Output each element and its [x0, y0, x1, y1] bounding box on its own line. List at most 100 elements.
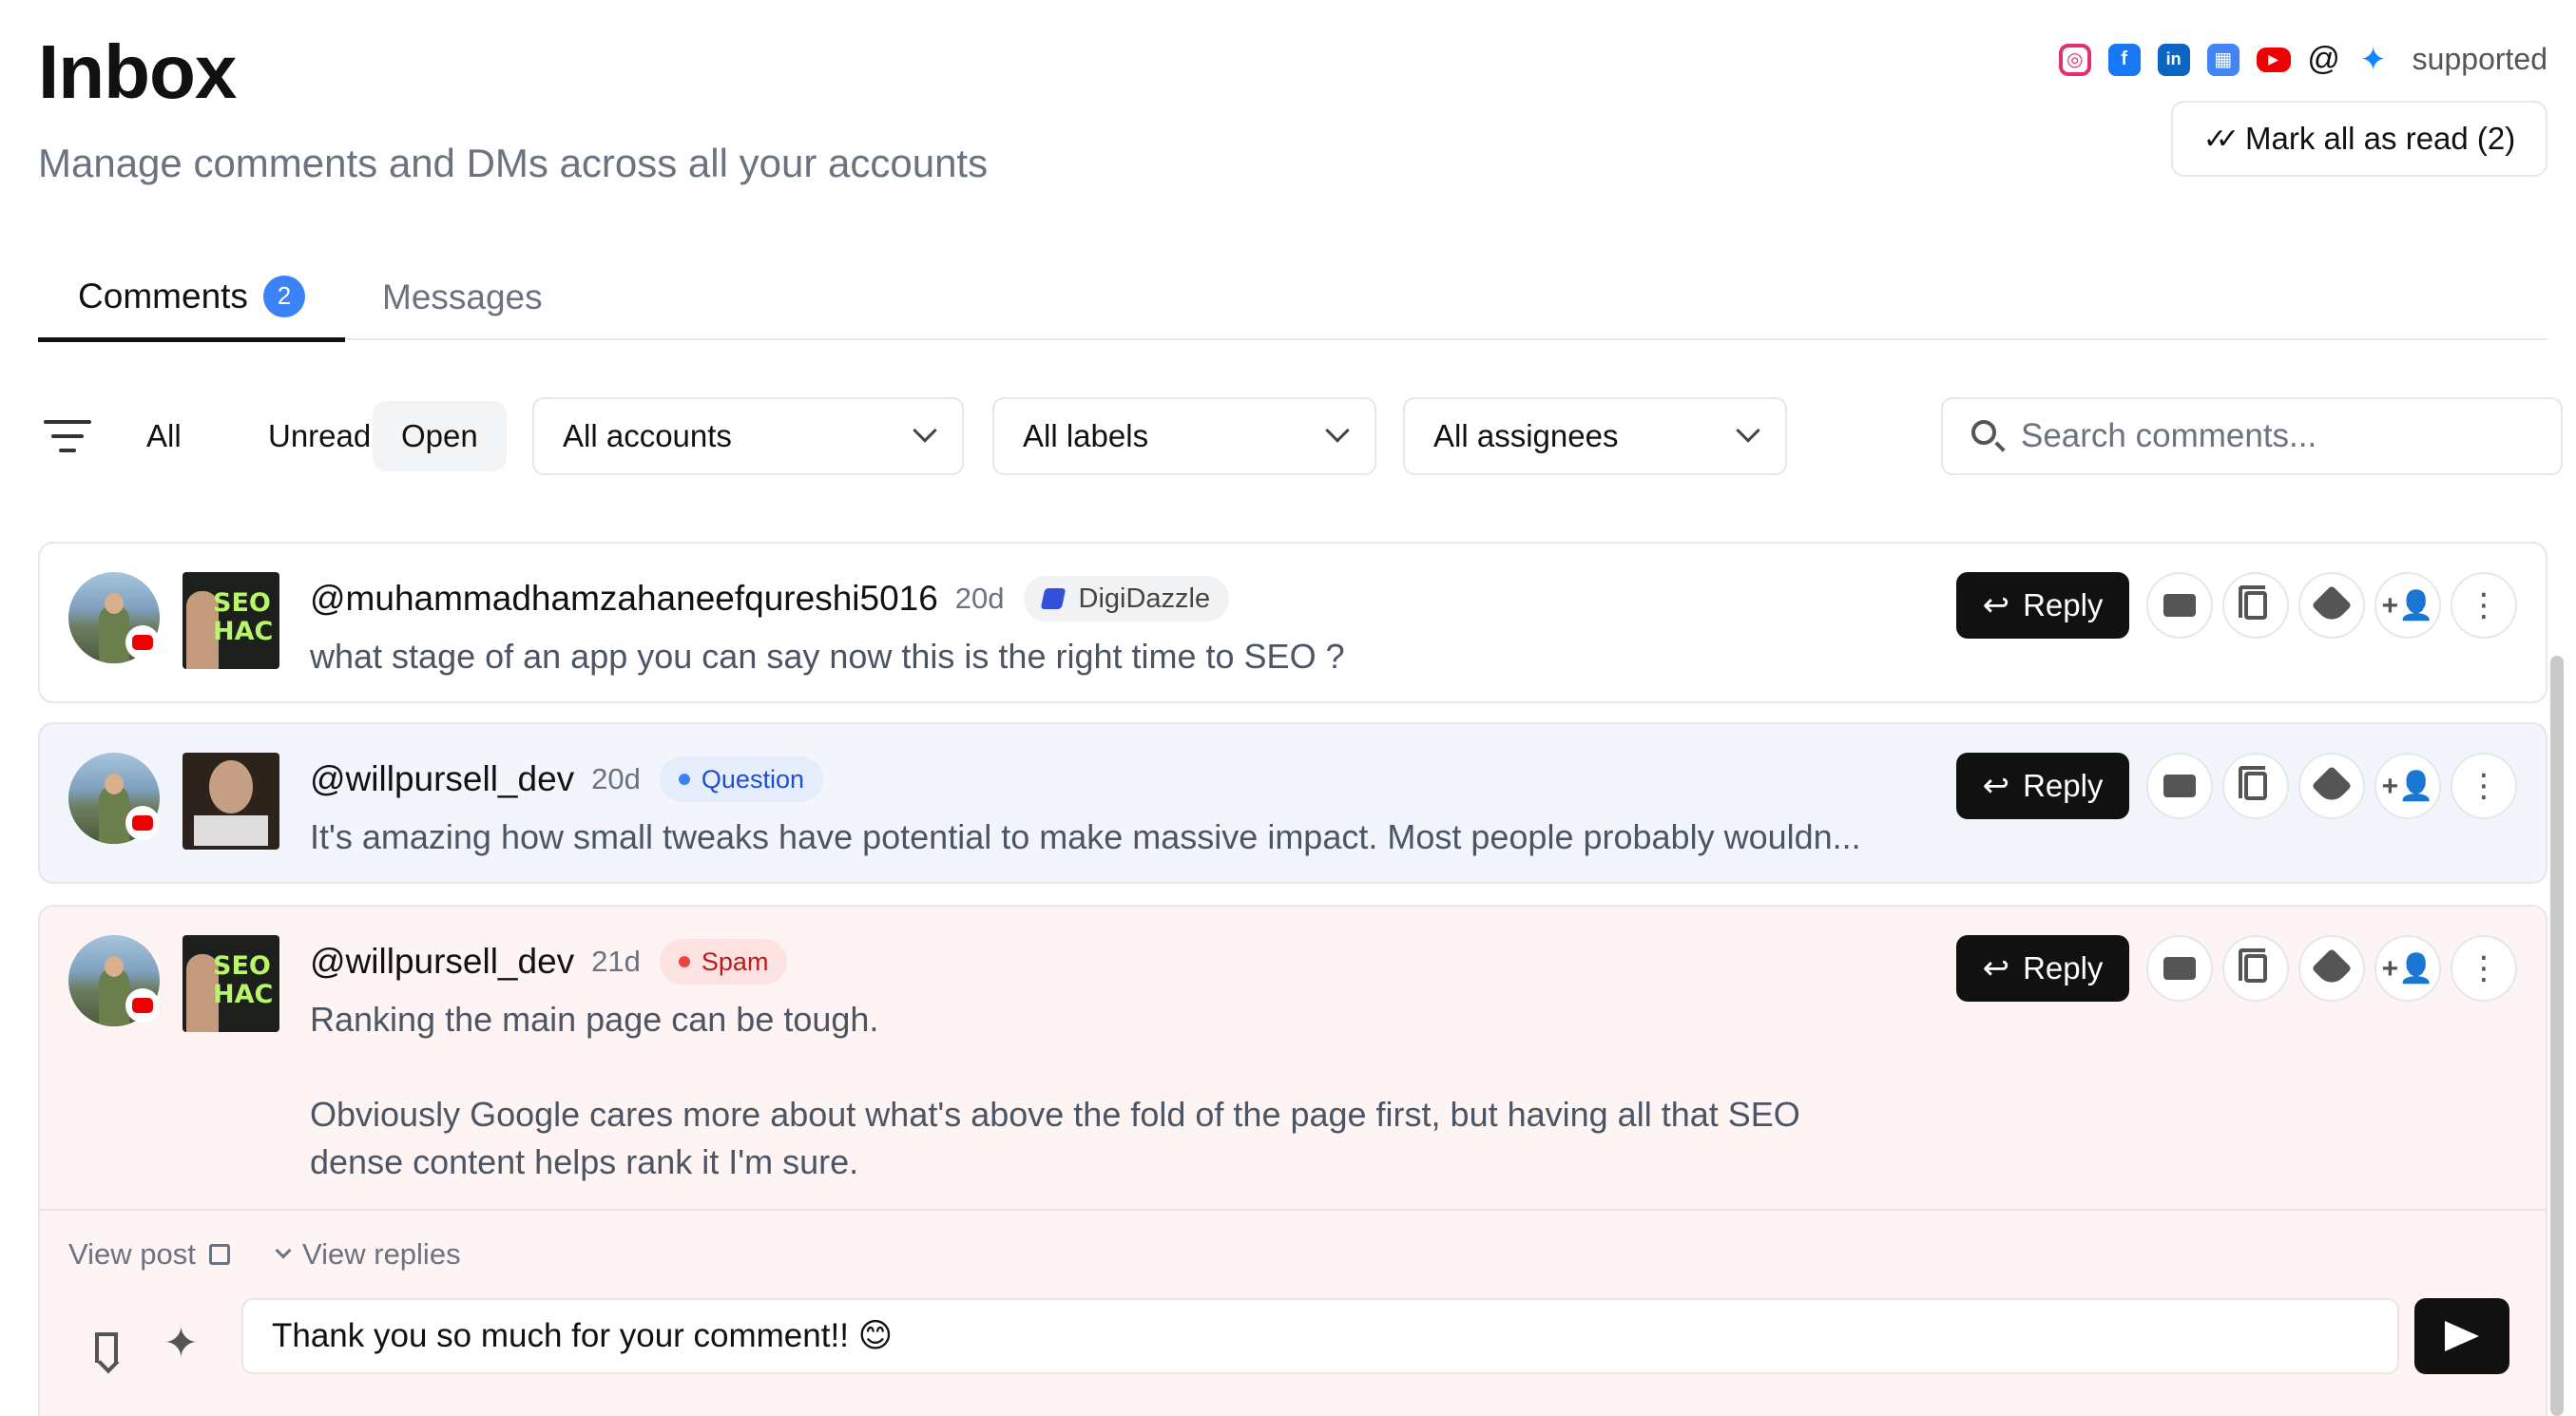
threads-icon: @	[2307, 41, 2340, 77]
chevron-down-icon	[913, 418, 937, 443]
copy-button[interactable]	[2222, 935, 2289, 1002]
linkedin-icon: in	[2157, 43, 2190, 76]
comment-card[interactable]: SEO HAC @muhammadhamzahaneefqureshi5016 …	[38, 542, 2547, 703]
youtube-icon: ▶	[2256, 47, 2291, 72]
mark-read-button[interactable]	[2146, 753, 2213, 819]
label-badge-text: Question	[701, 764, 804, 794]
tab-comments[interactable]: Comments 2	[38, 255, 345, 342]
mail-icon	[2163, 775, 2196, 797]
filter-icon[interactable]	[44, 420, 91, 454]
filter-chip-open[interactable]: Open	[373, 401, 507, 471]
comment-actions: ↩ Reply +👤 ⋮	[1956, 935, 2517, 1002]
inbox-page: Inbox Manage comments and DMs across all…	[0, 0, 2576, 1416]
thumbnail-text: SEO HAC	[213, 588, 274, 646]
search-input[interactable]: Search comments...	[1941, 397, 2563, 475]
comments-count-badge: 2	[262, 275, 305, 317]
label-button[interactable]	[2298, 753, 2365, 819]
facebook-icon: f	[2107, 43, 2141, 76]
comment-meta: @willpursell_dev 20d Question	[310, 753, 823, 806]
search-icon	[1971, 420, 1996, 445]
video-thumbnail[interactable]: SEO HAC	[183, 935, 279, 1032]
reply-button[interactable]: ↩ Reply	[1956, 935, 2129, 1002]
comment-author[interactable]: @willpursell_dev	[310, 759, 574, 799]
send-icon	[2445, 1321, 2479, 1351]
copy-button[interactable]	[2222, 753, 2289, 819]
tab-messages[interactable]: Messages	[382, 255, 543, 340]
reply-button[interactable]: ↩ Reply	[1956, 753, 2129, 819]
ai-sparkle-icon[interactable]: ✦	[163, 1319, 199, 1368]
page-title: Inbox	[38, 29, 237, 114]
mark-read-button[interactable]	[2146, 572, 2213, 639]
reply-button[interactable]: ↩ Reply	[1956, 572, 2129, 639]
supported-platforms: ◎ f in ▦ ▶ @ ✦ supported	[2058, 41, 2547, 78]
spam-label-badge: Spam	[659, 939, 788, 985]
reply-composer: View post View replies ✦ Thank you so mu…	[40, 1209, 2546, 1416]
mark-all-read-label: Mark all as read (2)	[2245, 121, 2516, 156]
assign-button[interactable]: +👤	[2374, 753, 2441, 819]
comment-age: 21d	[591, 945, 641, 978]
assign-button[interactable]: +👤	[2374, 572, 2441, 639]
bluesky-icon: ✦	[2356, 42, 2390, 78]
comment-age: 20d	[591, 762, 641, 795]
copy-icon	[2239, 585, 2267, 620]
accounts-select[interactable]: All accounts	[532, 397, 964, 475]
youtube-icon	[125, 806, 160, 840]
label-button[interactable]	[2298, 935, 2365, 1002]
more-vertical-icon: ⋮	[2468, 767, 2500, 804]
tab-messages-label: Messages	[382, 277, 543, 316]
assignees-select[interactable]: All assignees	[1403, 397, 1787, 475]
assign-button[interactable]: +👤	[2374, 935, 2441, 1002]
video-thumbnail[interactable]: SEO HAC	[183, 572, 279, 669]
mail-icon	[2163, 594, 2196, 617]
labels-select[interactable]: All labels	[992, 397, 1376, 475]
view-replies-label: View replies	[302, 1237, 461, 1271]
more-options-button[interactable]: ⋮	[2451, 572, 2517, 639]
chevron-down-icon	[275, 1242, 292, 1259]
comment-author[interactable]: @willpursell_dev	[310, 942, 574, 982]
comment-actions: ↩ Reply +👤 ⋮	[1956, 572, 2517, 639]
reply-input[interactable]: Thank you so much for your comment!! 😊	[241, 1298, 2399, 1374]
view-post-label: View post	[68, 1237, 196, 1271]
reply-button-label: Reply	[2023, 950, 2104, 985]
copy-icon	[2239, 766, 2267, 800]
label-button[interactable]	[2298, 572, 2365, 639]
view-replies-toggle[interactable]: View replies	[275, 1237, 461, 1272]
add-user-icon: +👤	[2381, 589, 2434, 622]
more-vertical-icon: ⋮	[2468, 586, 2500, 623]
mark-read-button[interactable]	[2146, 935, 2213, 1002]
tag-icon	[2311, 584, 2353, 626]
tag-icon	[2311, 947, 2353, 989]
more-options-button[interactable]: ⋮	[2451, 753, 2517, 819]
youtube-icon	[125, 625, 160, 660]
comment-card[interactable]: @willpursell_dev 20d Question It's amazi…	[38, 722, 2547, 884]
mail-icon	[2163, 957, 2196, 980]
youtube-icon	[125, 988, 160, 1023]
comment-author[interactable]: @muhammadhamzahaneefqureshi5016	[310, 579, 938, 619]
comment-text: what stage of an app you can say now thi…	[310, 637, 1345, 676]
tag-icon	[2311, 765, 2353, 807]
scrollbar[interactable]	[2550, 656, 2564, 1416]
comment-text: Ranking the main page can be tough. Obvi…	[310, 1000, 1800, 1181]
bookmark-icon[interactable]	[95, 1332, 118, 1363]
page-subtitle: Manage comments and DMs across all your …	[38, 141, 989, 185]
question-label-badge: Question	[659, 756, 823, 802]
video-thumbnail[interactable]	[183, 753, 279, 850]
thumbnail-text: SEO HAC	[213, 951, 274, 1009]
mark-all-read-button[interactable]: ✓✓ Mark all as read (2)	[2171, 101, 2547, 177]
inbox-tabs: Comments 2 Messages	[38, 255, 2547, 342]
view-post-link[interactable]: View post	[68, 1237, 230, 1272]
filter-chip-all[interactable]: All	[129, 401, 199, 471]
send-button[interactable]	[2414, 1298, 2509, 1374]
google-business-icon: ▦	[2206, 43, 2240, 76]
add-user-icon: +👤	[2381, 952, 2434, 985]
comment-meta: @muhammadhamzahaneefqureshi5016 20d Digi…	[310, 572, 1230, 625]
comment-card-expanded[interactable]: SEO HAC @willpursell_dev 21d Spam Rankin…	[38, 905, 2547, 1416]
more-options-button[interactable]: ⋮	[2451, 935, 2517, 1002]
copy-button[interactable]	[2222, 572, 2289, 639]
account-tag: DigiDazzle	[1023, 576, 1230, 622]
copy-icon	[2239, 948, 2267, 983]
comment-meta: @willpursell_dev 21d Spam	[310, 935, 788, 988]
account-tag-label: DigiDazzle	[1078, 583, 1211, 614]
reply-arrow-icon: ↩	[1982, 587, 2010, 623]
account-logo-icon	[1040, 588, 1066, 609]
